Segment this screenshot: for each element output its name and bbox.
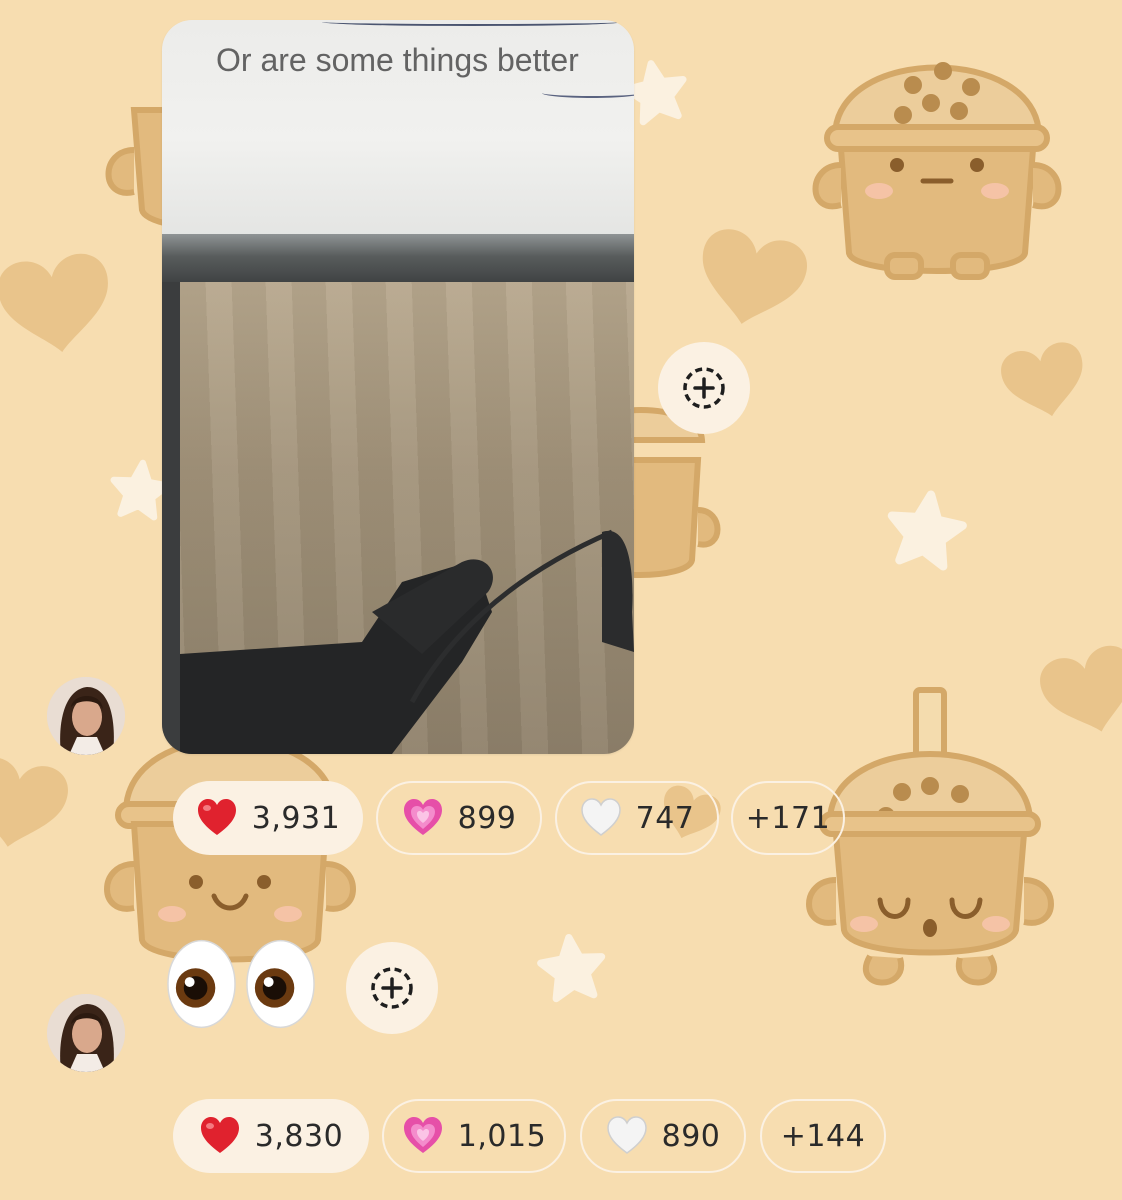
reaction-white-heart[interactable]: 890 [580,1099,746,1173]
reaction-count: 1,015 [457,1118,547,1154]
growing-heart-icon [403,799,442,835]
reaction-growing-heart[interactable]: 1,015 [382,1099,566,1173]
eyes-icon [167,939,236,1029]
eyes-emoji-message[interactable] [166,938,316,1030]
photo-floor-objects [162,282,634,754]
reaction-red-heart[interactable]: 3,830 [173,1099,369,1173]
white-heart-icon [606,1116,647,1154]
add-reaction-button[interactable] [346,942,438,1034]
add-reaction-icon [371,967,413,1009]
photo-desk-edge [162,234,634,284]
red-heart-icon [200,1117,239,1153]
photo-message[interactable]: Or are some things better [162,20,634,754]
avatar[interactable] [47,994,125,1072]
photo-paper: Or are some things better [162,20,634,236]
add-reaction-icon [683,367,725,409]
more-reactions-button[interactable]: +171 [731,781,845,855]
photo-text: Or are some things better [216,42,579,78]
avatar[interactable] [47,677,125,755]
reaction-growing-heart[interactable]: 899 [376,781,542,855]
reaction-count: 899 [457,800,517,836]
add-reaction-button[interactable] [658,342,750,434]
more-reactions-button[interactable]: +144 [760,1099,886,1173]
profile-photo [47,677,125,755]
reaction-count: 747 [635,800,695,836]
white-heart-icon [580,798,621,836]
eyes-icon [246,939,315,1029]
growing-heart-icon [403,1117,442,1153]
profile-photo [47,994,125,1072]
reaction-white-heart[interactable]: 747 [555,781,719,855]
reaction-red-heart[interactable]: 3,931 [173,781,363,855]
red-heart-icon [197,799,236,835]
more-reactions-count: +144 [780,1118,866,1154]
reaction-count: 3,931 [251,800,341,836]
reaction-count: 890 [661,1118,721,1154]
more-reactions-count: +171 [745,800,831,836]
reaction-count: 3,830 [254,1118,344,1154]
